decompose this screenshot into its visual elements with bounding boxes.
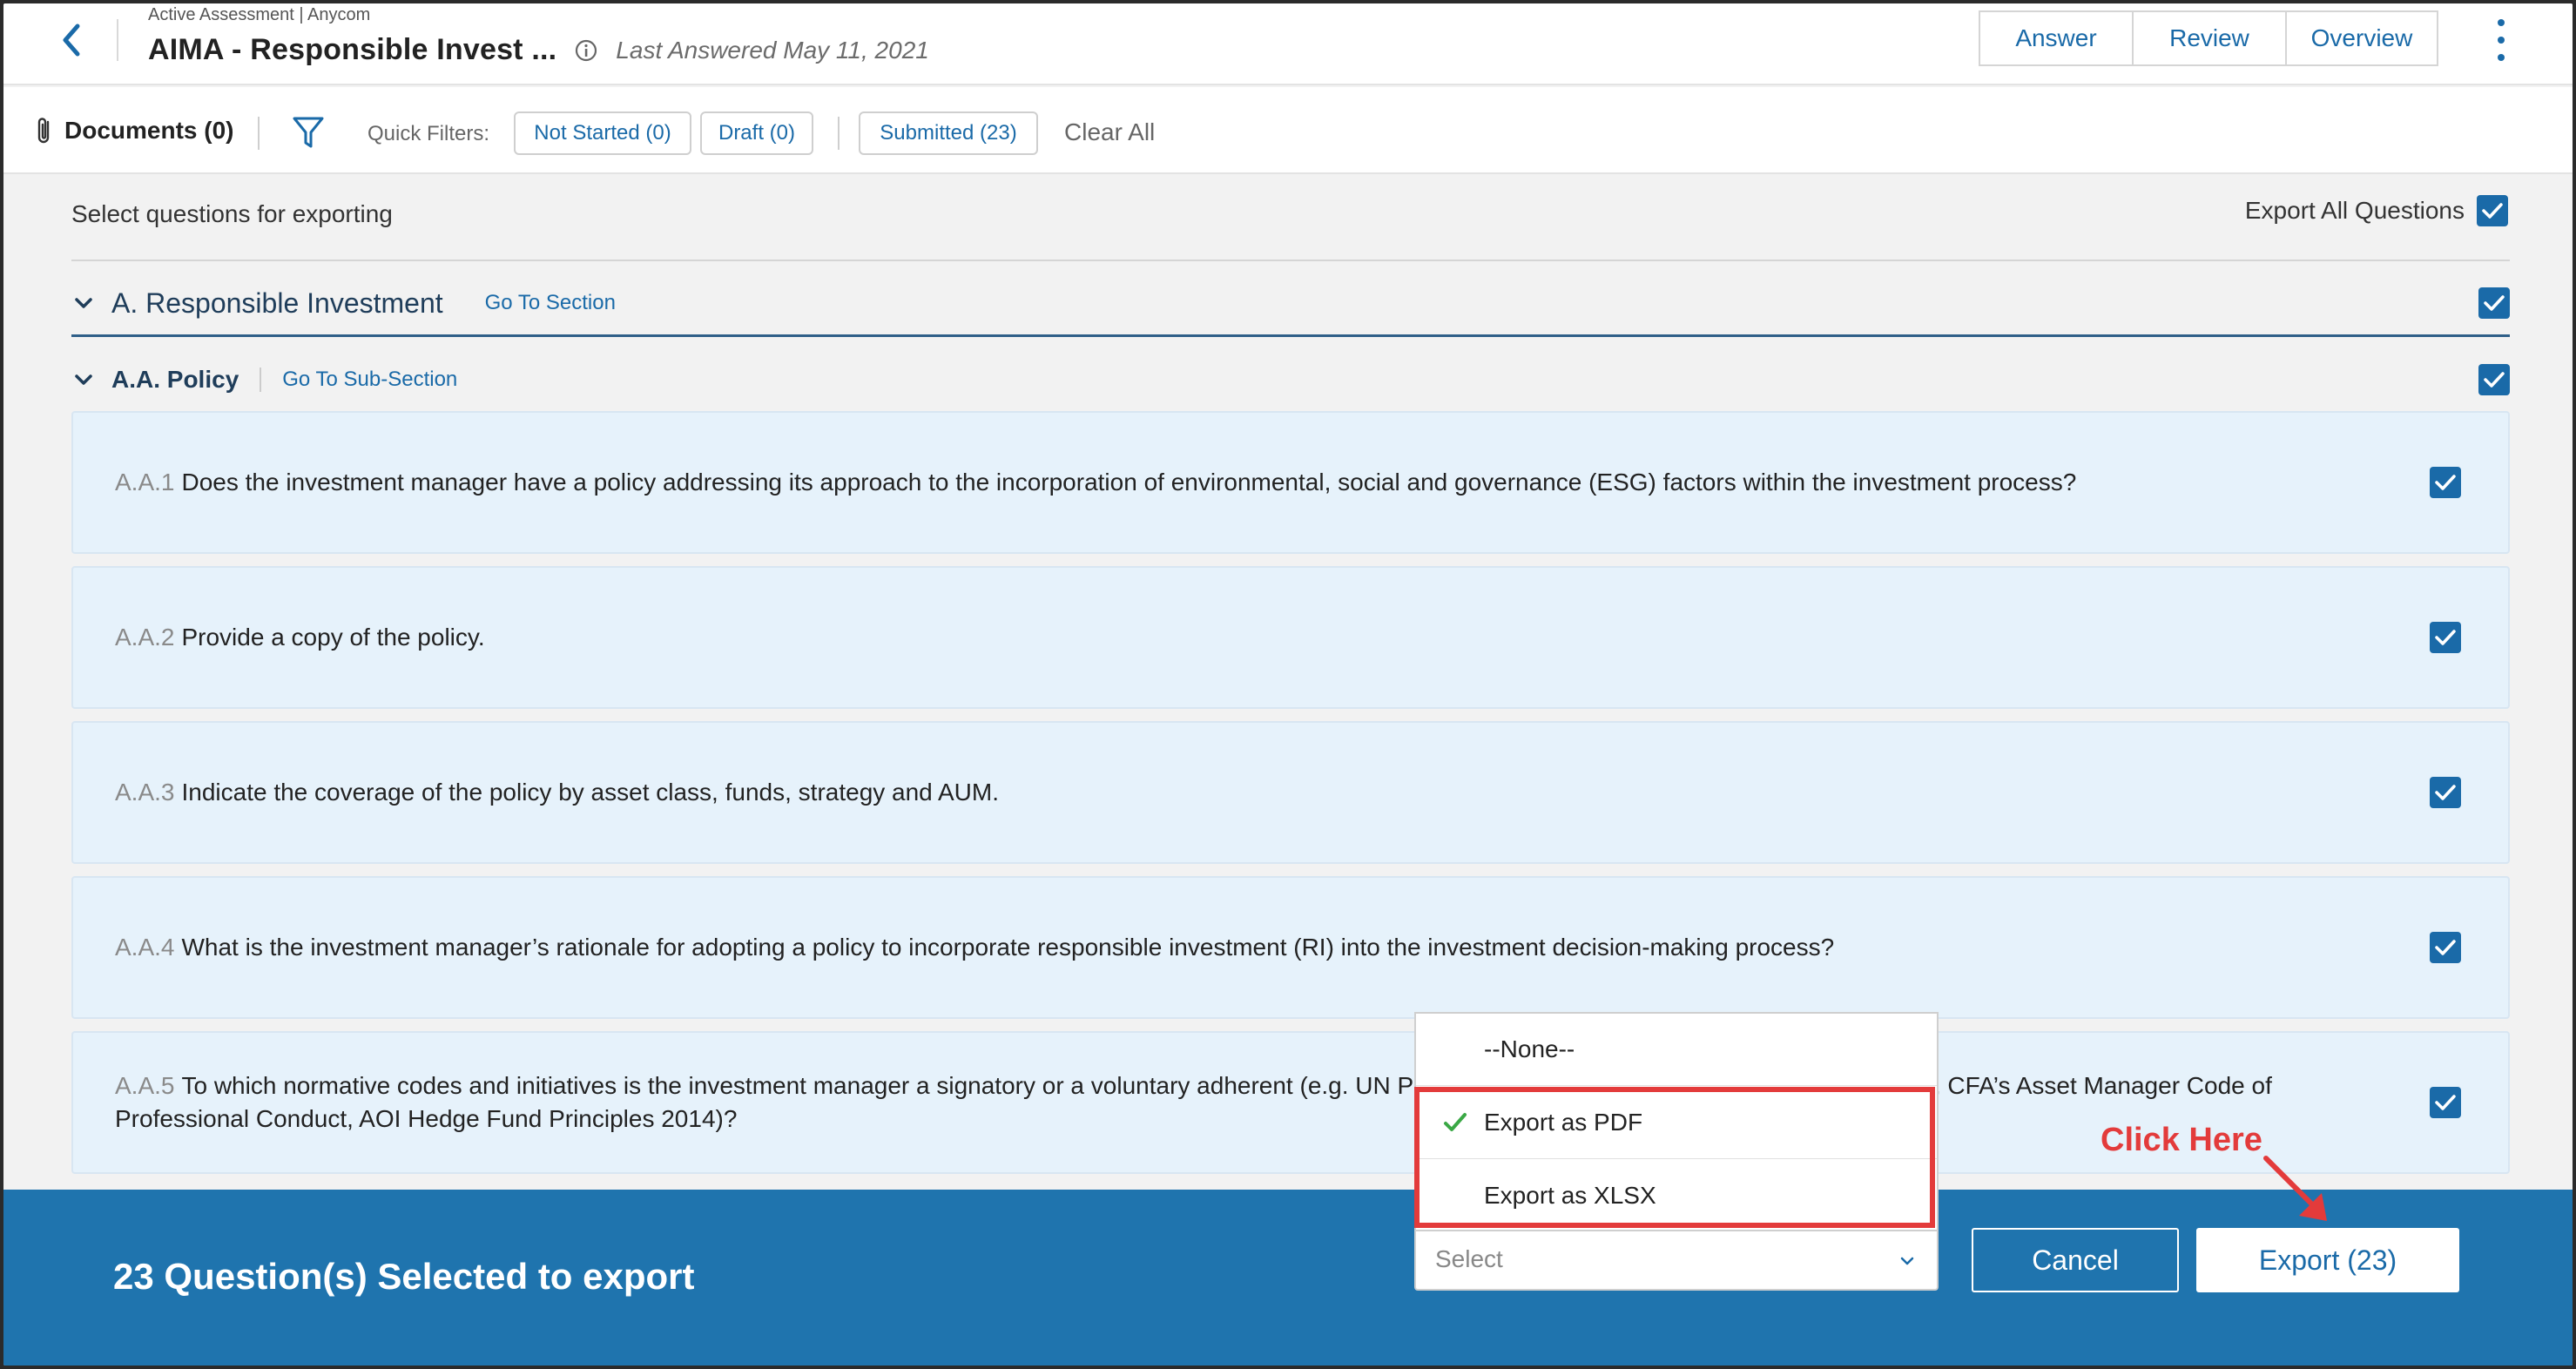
title-row: AIMA - Responsible Invest ... Last Answe… <box>148 33 929 67</box>
question-number: A.A.3 <box>115 779 175 806</box>
option-label: --None-- <box>1484 1035 1575 1062</box>
subsection-title: A.A. Policy <box>111 366 239 393</box>
export-question-list: Select questions for exporting Export Al… <box>3 176 2573 1191</box>
clear-all-link[interactable]: Clear All <box>1064 118 1155 146</box>
filter-icon[interactable] <box>291 113 326 152</box>
question-text: A.A.5 To which normative codes and initia… <box>115 1033 2397 1172</box>
chevron-down-icon[interactable] <box>71 368 96 392</box>
section-divider <box>71 334 2510 337</box>
export-footer: 23 Question(s) Selected to export Select… <box>3 1190 2573 1366</box>
checkmark-icon <box>2482 203 2503 219</box>
export-button[interactable]: Export (23) <box>2196 1228 2459 1292</box>
more-menu-icon[interactable] <box>2484 16 2519 64</box>
checkmark-icon <box>2484 372 2505 388</box>
question-number: A.A.4 <box>115 934 175 961</box>
tab-overview[interactable]: Overview <box>2285 10 2438 66</box>
section-header: A. Responsible Investment Go To Section <box>71 277 2510 329</box>
last-answered: Last Answered May 11, 2021 <box>616 36 929 64</box>
question-checkbox[interactable] <box>2430 622 2461 653</box>
option-none[interactable]: --None-- <box>1416 1014 1937 1085</box>
section-title: A. Responsible Investment <box>111 287 443 319</box>
page-title: AIMA - Responsible Invest ... <box>148 33 557 66</box>
export-all-checkbox[interactable] <box>2477 195 2508 226</box>
click-here-annotation: Click Here <box>2101 1122 2262 1158</box>
question-number: A.A.2 <box>115 624 175 651</box>
chevron-down-icon <box>1900 1257 1914 1265</box>
question-body: What is the investment manager’s rationa… <box>181 934 1835 961</box>
question-card[interactable]: A.A.2 Provide a copy of the policy. <box>71 566 2510 709</box>
question-body: Does the investment manager have a polic… <box>181 469 2077 496</box>
header-divider <box>117 19 118 61</box>
checkmark-icon <box>2435 940 2456 955</box>
section-checkbox[interactable] <box>2478 287 2510 319</box>
filter-submitted[interactable]: Submitted (23) <box>859 111 1038 155</box>
top-header: Active Assessment | Anycom AIMA - Respon… <box>3 3 2573 85</box>
cancel-button[interactable]: Cancel <box>1972 1228 2179 1292</box>
tab-answer[interactable]: Answer <box>1979 10 2134 66</box>
back-button[interactable] <box>52 21 91 59</box>
filter-divider <box>258 117 260 150</box>
question-card[interactable]: A.A.1 Does the investment manager have a … <box>71 411 2510 554</box>
paperclip-icon <box>37 118 50 144</box>
checkmark-icon <box>2435 475 2456 490</box>
question-text: A.A.4 What is the investment manager’s ra… <box>115 878 2397 1017</box>
subsection-header: A.A. Policy Go To Sub-Section <box>71 355 2510 404</box>
question-text: A.A.2 Provide a copy of the policy. <box>115 568 2397 707</box>
question-number: A.A.5 <box>115 1072 175 1099</box>
go-to-section-link[interactable]: Go To Section <box>485 291 616 315</box>
question-body: To which normative codes and initiatives… <box>115 1072 2272 1132</box>
option-divider <box>1416 1085 1937 1086</box>
question-number: A.A.1 <box>115 469 175 496</box>
question-body: Provide a copy of the policy. <box>181 624 485 651</box>
question-text: A.A.3 Indicate the coverage of the policy… <box>115 723 2397 862</box>
export-all-label: Export All Questions <box>2244 197 2465 224</box>
annotation-highlight-box <box>1414 1087 1935 1228</box>
divider <box>71 260 2510 261</box>
export-format-select[interactable]: Select <box>1414 1228 1939 1291</box>
export-all-toggle[interactable]: Export All Questions <box>2245 195 2508 226</box>
question-card[interactable]: A.A.3 Indicate the coverage of the policy… <box>71 721 2510 864</box>
select-placeholder: Select <box>1435 1245 1503 1272</box>
subsection-divider <box>260 368 262 392</box>
select-questions-label: Select questions for exporting <box>71 200 393 227</box>
question-checkbox[interactable] <box>2430 1087 2461 1118</box>
checkmark-icon <box>2484 295 2505 311</box>
arrow-icon <box>2263 1156 2327 1221</box>
question-checkbox[interactable] <box>2430 467 2461 498</box>
question-checkbox[interactable] <box>2430 932 2461 963</box>
checkmark-icon <box>2435 630 2456 645</box>
question-text: A.A.1 Does the investment manager have a … <box>115 413 2397 552</box>
selected-count-label: 23 Question(s) Selected to export <box>113 1256 695 1297</box>
go-to-subsection-link[interactable]: Go To Sub-Section <box>282 368 457 392</box>
view-tabs: Answer Review Overview <box>1979 10 2438 66</box>
chevron-down-icon[interactable] <box>71 291 96 315</box>
checkmark-icon <box>2435 1095 2456 1110</box>
info-icon[interactable] <box>574 38 598 63</box>
quick-filters-label: Quick Filters: <box>368 122 490 145</box>
documents-label: Documents (0) <box>64 117 234 144</box>
question-checkbox[interactable] <box>2430 777 2461 808</box>
app-window: Active Assessment | Anycom AIMA - Respon… <box>3 3 2573 1366</box>
question-card[interactable]: A.A.4 What is the investment manager’s ra… <box>71 876 2510 1019</box>
subsection-checkbox[interactable] <box>2478 364 2510 395</box>
documents-link[interactable]: Documents (0) <box>35 115 233 146</box>
checkmark-icon <box>2435 785 2456 800</box>
breadcrumb: Active Assessment | Anycom <box>148 5 371 24</box>
filter-draft[interactable]: Draft (0) <box>700 111 813 155</box>
tab-review[interactable]: Review <box>2132 10 2287 66</box>
question-body: Indicate the coverage of the policy by a… <box>181 779 999 806</box>
filter-divider <box>838 117 840 150</box>
chevron-left-icon <box>63 24 80 57</box>
filter-not-started[interactable]: Not Started (0) <box>514 111 691 155</box>
filter-bar: Documents (0) Quick Filters: Not Started… <box>3 87 2573 174</box>
